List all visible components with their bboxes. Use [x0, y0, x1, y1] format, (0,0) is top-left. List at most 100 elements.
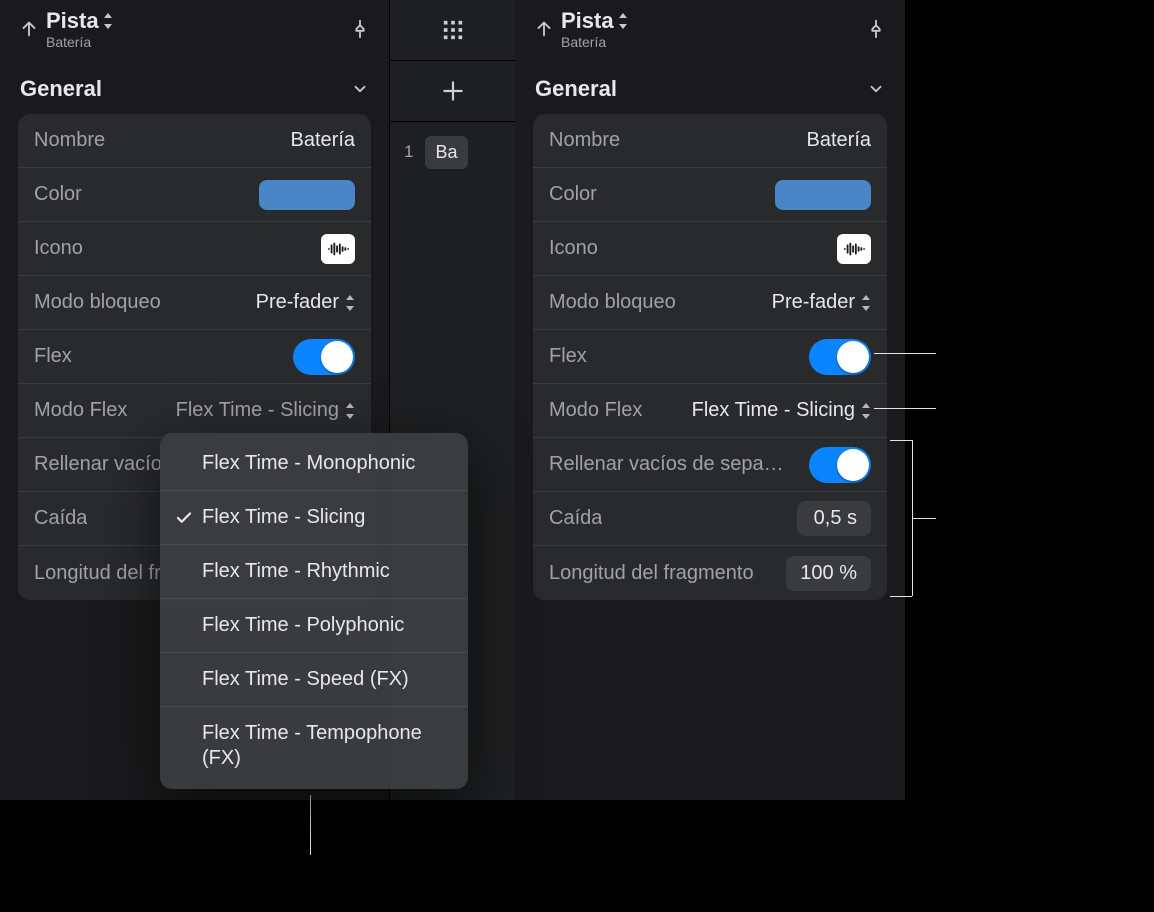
updown-icon — [103, 13, 113, 29]
value-freeze: Pre-fader — [256, 291, 339, 314]
up-arrow-icon — [18, 18, 40, 40]
callout-line — [874, 408, 936, 409]
label-decay: Caída — [34, 507, 87, 530]
value-flex-mode: Flex Time - Slicing — [176, 399, 339, 422]
label-color: Color — [34, 183, 82, 206]
fill-gaps-toggle[interactable] — [809, 447, 871, 483]
popup-item-label: Flex Time - Slicing — [202, 505, 365, 530]
row-name[interactable]: Nombre Batería — [533, 114, 887, 168]
label-name: Nombre — [34, 129, 105, 152]
row-icon[interactable]: Icono — [18, 222, 371, 276]
flex-mode-popup[interactable]: Flex Time - Monophonic Flex Time - Slicin… — [160, 433, 468, 789]
inspector-title-text: Pista — [46, 8, 99, 33]
updown-icon — [345, 403, 355, 419]
section-title: General — [20, 76, 102, 102]
waveform-icon — [843, 241, 865, 257]
track-row-1[interactable]: 1 Ba — [390, 122, 515, 182]
label-fill: Rellenar vacíos — [34, 453, 172, 476]
pin-icon[interactable] — [349, 18, 371, 40]
row-icon[interactable]: Icono — [533, 222, 887, 276]
inspector-title: Pista — [46, 8, 113, 33]
callout-line — [874, 353, 936, 354]
color-swatch[interactable] — [775, 180, 871, 210]
row-slice-length[interactable]: Longitud del fragmento 100 % — [533, 546, 887, 600]
label-fill: Rellenar vacíos de separación — [549, 453, 789, 476]
popup-item[interactable]: Flex Time - Monophonic — [160, 437, 468, 491]
chevron-down-icon — [867, 80, 885, 98]
callout-line — [310, 795, 311, 855]
label-color: Color — [549, 183, 597, 206]
label-flex-mode: Modo Flex — [549, 399, 642, 422]
grid-icon[interactable] — [442, 19, 464, 41]
value-decay[interactable]: 0,5 s — [797, 501, 871, 536]
popup-item[interactable]: Flex Time - Tempophone (FX) — [160, 707, 468, 785]
color-swatch[interactable] — [259, 180, 355, 210]
inspector-right: Pista Batería General Nombre Batería Col… — [515, 0, 905, 800]
plus-icon — [440, 78, 466, 104]
callout-line — [890, 596, 912, 597]
popup-item-label: Flex Time - Polyphonic — [202, 613, 404, 638]
row-flex-mode[interactable]: Modo Flex Flex Time - Slicing — [18, 384, 371, 438]
inspector-title: Pista — [561, 8, 628, 33]
track-icon-button[interactable] — [837, 234, 871, 264]
inspector-subtitle: Batería — [561, 34, 628, 50]
section-title: General — [535, 76, 617, 102]
value-name: Batería — [807, 129, 871, 152]
flex-toggle[interactable] — [809, 339, 871, 375]
row-freeze-mode[interactable]: Modo bloqueo Pre-fader — [533, 276, 887, 330]
inspector-title-wrap[interactable]: Pista Batería — [18, 8, 113, 49]
popup-item-label: Flex Time - Tempophone (FX) — [202, 721, 450, 771]
row-color[interactable]: Color — [533, 168, 887, 222]
check-column — [174, 509, 194, 527]
pin-icon[interactable] — [865, 18, 887, 40]
section-header-general[interactable]: General — [0, 60, 389, 114]
popup-item-label: Flex Time - Monophonic — [202, 451, 415, 476]
label-slice: Longitud del fr — [34, 562, 161, 585]
value-flex-mode: Flex Time - Slicing — [692, 399, 855, 422]
row-flex-mode[interactable]: Modo Flex Flex Time - Slicing — [533, 384, 887, 438]
section-header-general[interactable]: General — [515, 60, 905, 114]
label-freeze: Modo bloqueo — [34, 291, 161, 314]
callout-line — [912, 440, 913, 596]
updown-icon — [345, 295, 355, 311]
popup-item[interactable]: Flex Time - Polyphonic — [160, 599, 468, 653]
track-toolbar — [390, 0, 515, 61]
label-flex: Flex — [34, 345, 72, 368]
row-flex: Flex — [533, 330, 887, 384]
popup-item-label: Flex Time - Rhythmic — [202, 559, 390, 584]
popup-item[interactable]: Flex Time - Slicing — [160, 491, 468, 545]
value-slice[interactable]: 100 % — [786, 556, 871, 591]
track-label: Ba — [425, 136, 467, 169]
label-icon: Icono — [34, 237, 83, 260]
add-track-button[interactable] — [390, 61, 515, 122]
updown-icon — [618, 13, 628, 29]
popup-item[interactable]: Flex Time - Rhythmic — [160, 545, 468, 599]
up-arrow-icon — [533, 18, 555, 40]
updown-icon — [861, 295, 871, 311]
popup-item[interactable]: Flex Time - Speed (FX) — [160, 653, 468, 707]
inspector-title-text: Pista — [561, 8, 614, 33]
general-card: Nombre Batería Color Icono Modo bloqueo … — [533, 114, 887, 600]
value-name: Batería — [291, 129, 355, 152]
label-name: Nombre — [549, 129, 620, 152]
row-flex: Flex — [18, 330, 371, 384]
value-freeze: Pre-fader — [772, 291, 855, 314]
flex-toggle[interactable] — [293, 339, 355, 375]
updown-icon — [861, 403, 871, 419]
row-color[interactable]: Color — [18, 168, 371, 222]
callout-line — [890, 440, 912, 441]
inspector-header: Pista Batería — [0, 0, 389, 60]
inspector-header: Pista Batería — [515, 0, 905, 60]
label-slice: Longitud del fragmento — [549, 562, 754, 585]
row-name[interactable]: Nombre Batería — [18, 114, 371, 168]
callout-line — [912, 518, 936, 519]
inspector-title-wrap[interactable]: Pista Batería — [533, 8, 628, 49]
row-decay[interactable]: Caída 0,5 s — [533, 492, 887, 546]
row-fill-gaps: Rellenar vacíos de separación — [533, 438, 887, 492]
label-freeze: Modo bloqueo — [549, 291, 676, 314]
chevron-down-icon — [351, 80, 369, 98]
waveform-icon — [327, 241, 349, 257]
track-icon-button[interactable] — [321, 234, 355, 264]
label-decay: Caída — [549, 507, 602, 530]
row-freeze-mode[interactable]: Modo bloqueo Pre-fader — [18, 276, 371, 330]
